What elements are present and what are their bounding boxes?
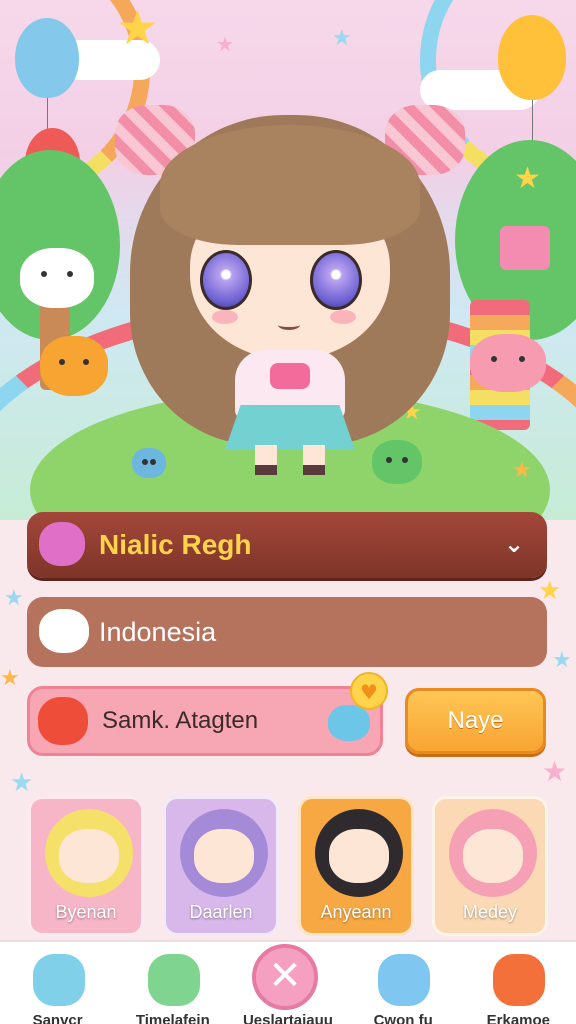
pink-creature <box>470 334 546 392</box>
character-name: Anyeann <box>320 902 392 922</box>
cloud-creature <box>20 248 94 308</box>
avatar-leg-left <box>255 445 277 475</box>
nav-item-timelafein[interactable]: Timelafein <box>118 942 228 1024</box>
nav-item-sanvcr[interactable]: Sanvcr <box>3 942 113 1024</box>
nav-label: Erkamoe <box>486 1012 551 1024</box>
chevron-down-icon[interactable]: ⌄ <box>501 531 527 557</box>
character-card-2[interactable]: Daarlen <box>163 796 279 936</box>
avatar-blush <box>212 310 238 324</box>
star-icon: ★ <box>4 586 24 611</box>
player-name: Nialic Regh <box>99 529 252 560</box>
watering-can-icon <box>378 954 431 1006</box>
house-icon <box>500 226 550 270</box>
red-creature-icon <box>38 697 88 745</box>
character-card-4[interactable]: Medey <box>432 796 548 936</box>
nickname-value: Samk. Atagten <box>102 707 259 734</box>
orange-creature <box>40 336 108 396</box>
backpack-icon <box>32 954 85 1006</box>
star-icon: ★ <box>332 26 352 51</box>
star-icon: ★ <box>0 666 20 691</box>
country-value: Indonesia <box>99 616 217 647</box>
character-face <box>59 829 119 883</box>
balloon-blue <box>15 18 79 98</box>
star-icon: ★ <box>542 755 568 788</box>
nav-item-cwon-fu[interactable]: Cwon fu <box>348 942 458 1024</box>
nav-label: Timelafein <box>135 1012 210 1024</box>
character-card-3[interactable]: Anyeann <box>298 796 414 936</box>
bear-icon <box>493 954 546 1006</box>
avatar-blush <box>330 310 356 324</box>
character-name: Byenan <box>55 902 117 922</box>
heart-icon[interactable]: ♥ <box>350 672 388 710</box>
nickname-input[interactable]: Samk. Atagten <box>27 686 383 756</box>
player-avatar[interactable] <box>115 95 465 485</box>
country-field[interactable]: Indonesia <box>27 597 547 667</box>
confirm-name-button[interactable]: Naye <box>405 688 546 754</box>
close-icon[interactable]: ✕ <box>252 944 318 1010</box>
avatar-eye-right <box>310 250 362 310</box>
balloon-string <box>532 100 533 140</box>
avatar-eye-left <box>200 250 252 310</box>
avatar-leg-right <box>303 445 325 475</box>
monster-icon <box>147 954 200 1006</box>
game-scene: ★ ★ ★ ★ ★ ★ <box>0 0 576 520</box>
nav-label: Sanvcr <box>32 1012 83 1024</box>
nav-item-erkamoe[interactable]: Erkamoe <box>463 942 573 1024</box>
avatar-skirt <box>225 405 355 450</box>
character-card-1[interactable]: Byenan <box>28 796 144 936</box>
avatar-ribbon <box>270 363 310 389</box>
character-face <box>329 829 389 883</box>
pink-creature-icon <box>39 522 85 566</box>
star-icon: ★ <box>216 32 234 56</box>
blue-creature-icon <box>328 705 370 741</box>
character-face <box>194 829 254 883</box>
character-name: Daarlen <box>189 902 253 922</box>
nav-label: Cwon fu <box>373 1012 433 1024</box>
avatar-mouth <box>278 320 300 330</box>
balloon-yellow <box>498 15 566 100</box>
star-icon: ★ <box>512 458 532 483</box>
character-name: Medey <box>462 902 518 922</box>
star-icon: ★ <box>514 161 541 196</box>
star-icon: ★ <box>10 768 34 798</box>
name-dropdown[interactable]: Nialic Regh ⌄ <box>27 512 547 578</box>
star-icon: ★ <box>538 576 562 606</box>
nav-label: Ueslartaiauu <box>242 1012 333 1024</box>
star-icon: ★ <box>116 0 160 56</box>
avatar-bangs <box>160 125 420 245</box>
character-face <box>463 829 523 883</box>
cloud-creature-icon <box>39 609 89 653</box>
star-icon: ★ <box>552 648 572 673</box>
